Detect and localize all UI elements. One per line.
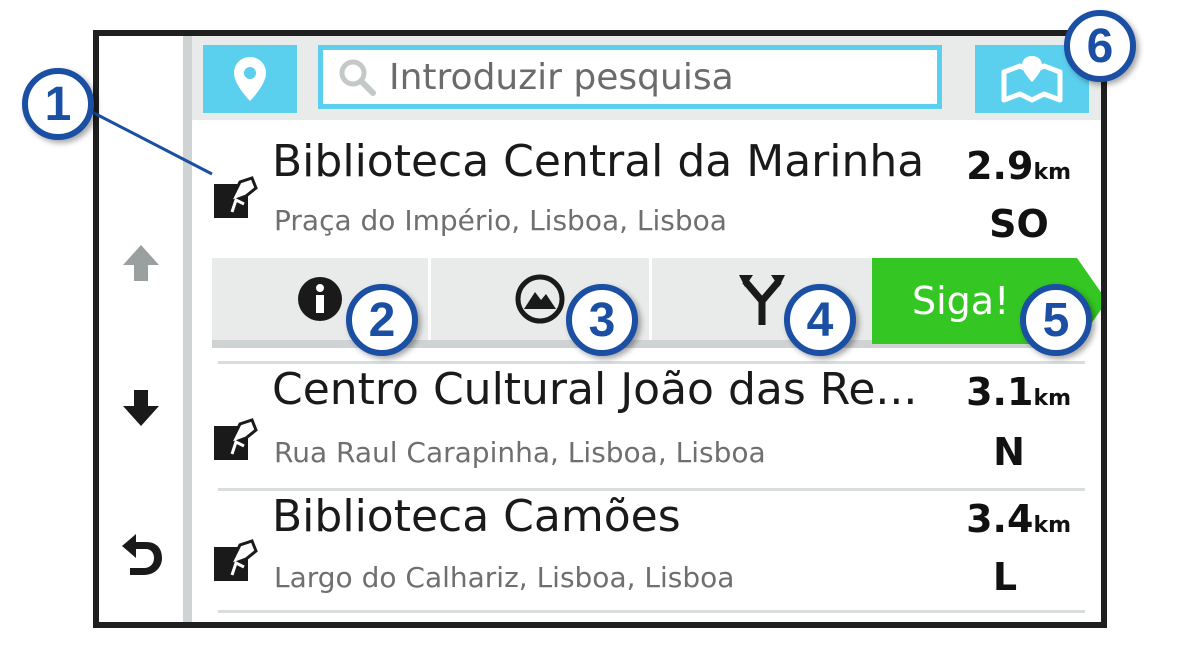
callout-3: 3 [566,284,638,356]
callout-2: 2 [346,284,418,356]
callout-1: 1 [22,68,94,140]
callout-4: 4 [784,284,856,356]
callout-5: 5 [1020,284,1092,356]
callout-6: 6 [1064,10,1136,82]
